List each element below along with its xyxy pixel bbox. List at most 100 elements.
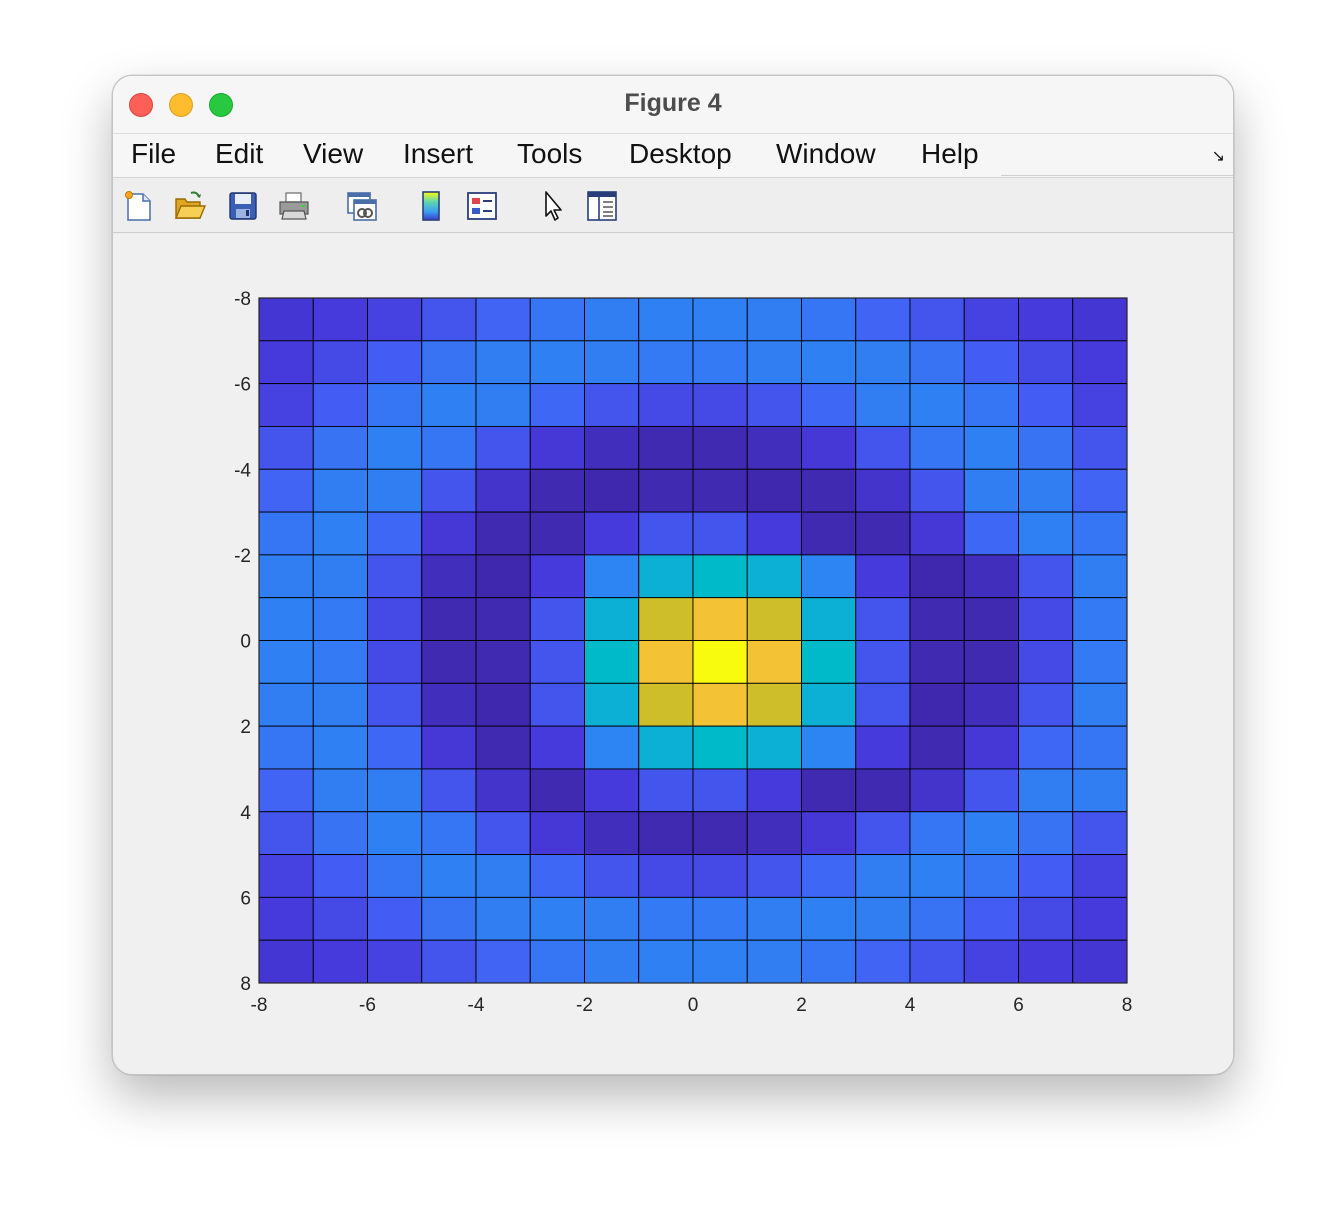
undock-arrow-icon[interactable]: ↘: [1212, 146, 1225, 166]
heatmap-cell: [746, 854, 802, 898]
menu-tools[interactable]: Tools: [517, 138, 582, 170]
menu-insert[interactable]: Insert: [403, 138, 473, 170]
heatmap-cell: [529, 511, 585, 556]
link-plot-icon[interactable]: [345, 189, 379, 223]
heatmap-cell: [963, 939, 1019, 984]
heatmap-cell: [312, 768, 368, 813]
menu-help[interactable]: Help: [921, 138, 979, 170]
print-icon[interactable]: [277, 189, 311, 223]
heatmap-cell: [801, 511, 857, 556]
heatmap-cell: [638, 854, 694, 898]
heatmap-cell: [421, 768, 477, 813]
heatmap-cell: [367, 554, 423, 599]
heatmap-cell: [746, 511, 802, 556]
heatmap-cell: [529, 725, 585, 770]
heatmap-cell: [529, 768, 585, 813]
heatmap-cell: [584, 297, 640, 342]
heatmap-cell: [1018, 939, 1074, 984]
heatmap-cell: [909, 725, 965, 770]
heatmap-cell: [367, 425, 423, 470]
heatmap-cell: [1072, 939, 1128, 984]
heatmap-cell: [312, 896, 368, 941]
y-tick-label: -6: [234, 375, 251, 396]
heatmap-cell: [258, 896, 314, 941]
heatmap-cell: [584, 468, 640, 513]
title-bar[interactable]: Figure 4: [113, 76, 1233, 133]
x-tick-label: -2: [576, 995, 593, 1016]
heatmap-cell: [258, 511, 314, 556]
heatmap-cell: [909, 640, 965, 684]
heatmap-cell: [638, 597, 694, 641]
insert-colorbar-icon[interactable]: [415, 189, 449, 223]
menu-desktop[interactable]: Desktop: [629, 138, 732, 170]
open-file-icon[interactable]: [173, 189, 207, 223]
heatmap-cell: [367, 597, 423, 641]
heatmap-cell: [801, 597, 857, 641]
heatmap-cell: [312, 597, 368, 641]
heatmap-cell: [584, 511, 640, 556]
heatmap-cell: [475, 297, 531, 342]
heatmap-cell: [855, 854, 911, 898]
heatmap-cell: [963, 597, 1019, 641]
heatmap-cell: [638, 640, 694, 684]
heatmap-cell: [692, 597, 748, 641]
new-figure-icon[interactable]: [122, 189, 156, 223]
property-inspector-icon[interactable]: [585, 189, 619, 223]
heatmap-cell: [1018, 597, 1074, 641]
heatmap-cell: [529, 939, 585, 984]
heatmap-cell: [1018, 811, 1074, 856]
heatmap-cell: [801, 896, 857, 941]
heatmap-cell: [1072, 383, 1128, 427]
heatmap-cell: [258, 425, 314, 470]
heatmap-cell: [312, 511, 368, 556]
heatmap-cell: [1018, 425, 1074, 470]
heatmap-cell: [692, 811, 748, 856]
heatmap-cell: [909, 425, 965, 470]
heatmap-cell: [855, 939, 911, 984]
heatmap-cell: [909, 468, 965, 513]
heatmap-cell: [1018, 511, 1074, 556]
y-tick-label: 4: [240, 803, 251, 824]
heatmap-cell: [1072, 597, 1128, 641]
heatmap-cell: [312, 682, 368, 727]
heatmap-cell: [367, 811, 423, 856]
heatmap-cell: [746, 682, 802, 727]
insert-legend-icon[interactable]: [465, 189, 499, 223]
heatmap-cell: [529, 383, 585, 427]
heatmap-cell: [963, 383, 1019, 427]
heatmap-cell: [692, 297, 748, 342]
heatmap-cell: [692, 640, 748, 684]
edit-plot-pointer-icon[interactable]: [537, 189, 571, 223]
heatmap-cell: [801, 640, 857, 684]
y-tick-label: 2: [240, 717, 251, 738]
heatmap-cell: [312, 383, 368, 427]
heatmap-cell: [529, 896, 585, 941]
heatmap-cell: [746, 896, 802, 941]
menu-window[interactable]: Window: [776, 138, 876, 170]
x-tick-label: -8: [251, 995, 268, 1016]
heatmap-chart[interactable]: -8 -6 -4 -2 0 2 4 6 8-8-6-4-202468: [113, 233, 1233, 1074]
y-tick-label: -8: [234, 289, 251, 310]
heatmap-cell: [1072, 340, 1128, 385]
menu-edit[interactable]: Edit: [215, 138, 263, 170]
heatmap-cell: [692, 554, 748, 599]
heatmap-cell: [584, 811, 640, 856]
heatmap-cell: [584, 725, 640, 770]
heatmap-cell: [475, 554, 531, 599]
heatmap-cell: [855, 682, 911, 727]
heatmap-cell: [638, 896, 694, 941]
heatmap-cell: [909, 297, 965, 342]
heatmap-cell: [692, 340, 748, 385]
heatmap-cell: [421, 468, 477, 513]
heatmap-cell: [367, 340, 423, 385]
heatmap-cell: [258, 597, 314, 641]
x-tick-label: 8: [1122, 995, 1133, 1016]
heatmap-cell: [638, 468, 694, 513]
save-icon[interactable]: [226, 189, 260, 223]
plot-area[interactable]: -8 -6 -4 -2 0 2 4 6 8 -8 -6 -4 -2 0 2 4 6 8: [113, 233, 1233, 1074]
menu-view[interactable]: View: [303, 138, 363, 170]
menu-file[interactable]: File: [131, 138, 176, 170]
heatmap-cell: [367, 725, 423, 770]
heatmap-cell: [692, 768, 748, 813]
heatmap-cell: [258, 383, 314, 427]
